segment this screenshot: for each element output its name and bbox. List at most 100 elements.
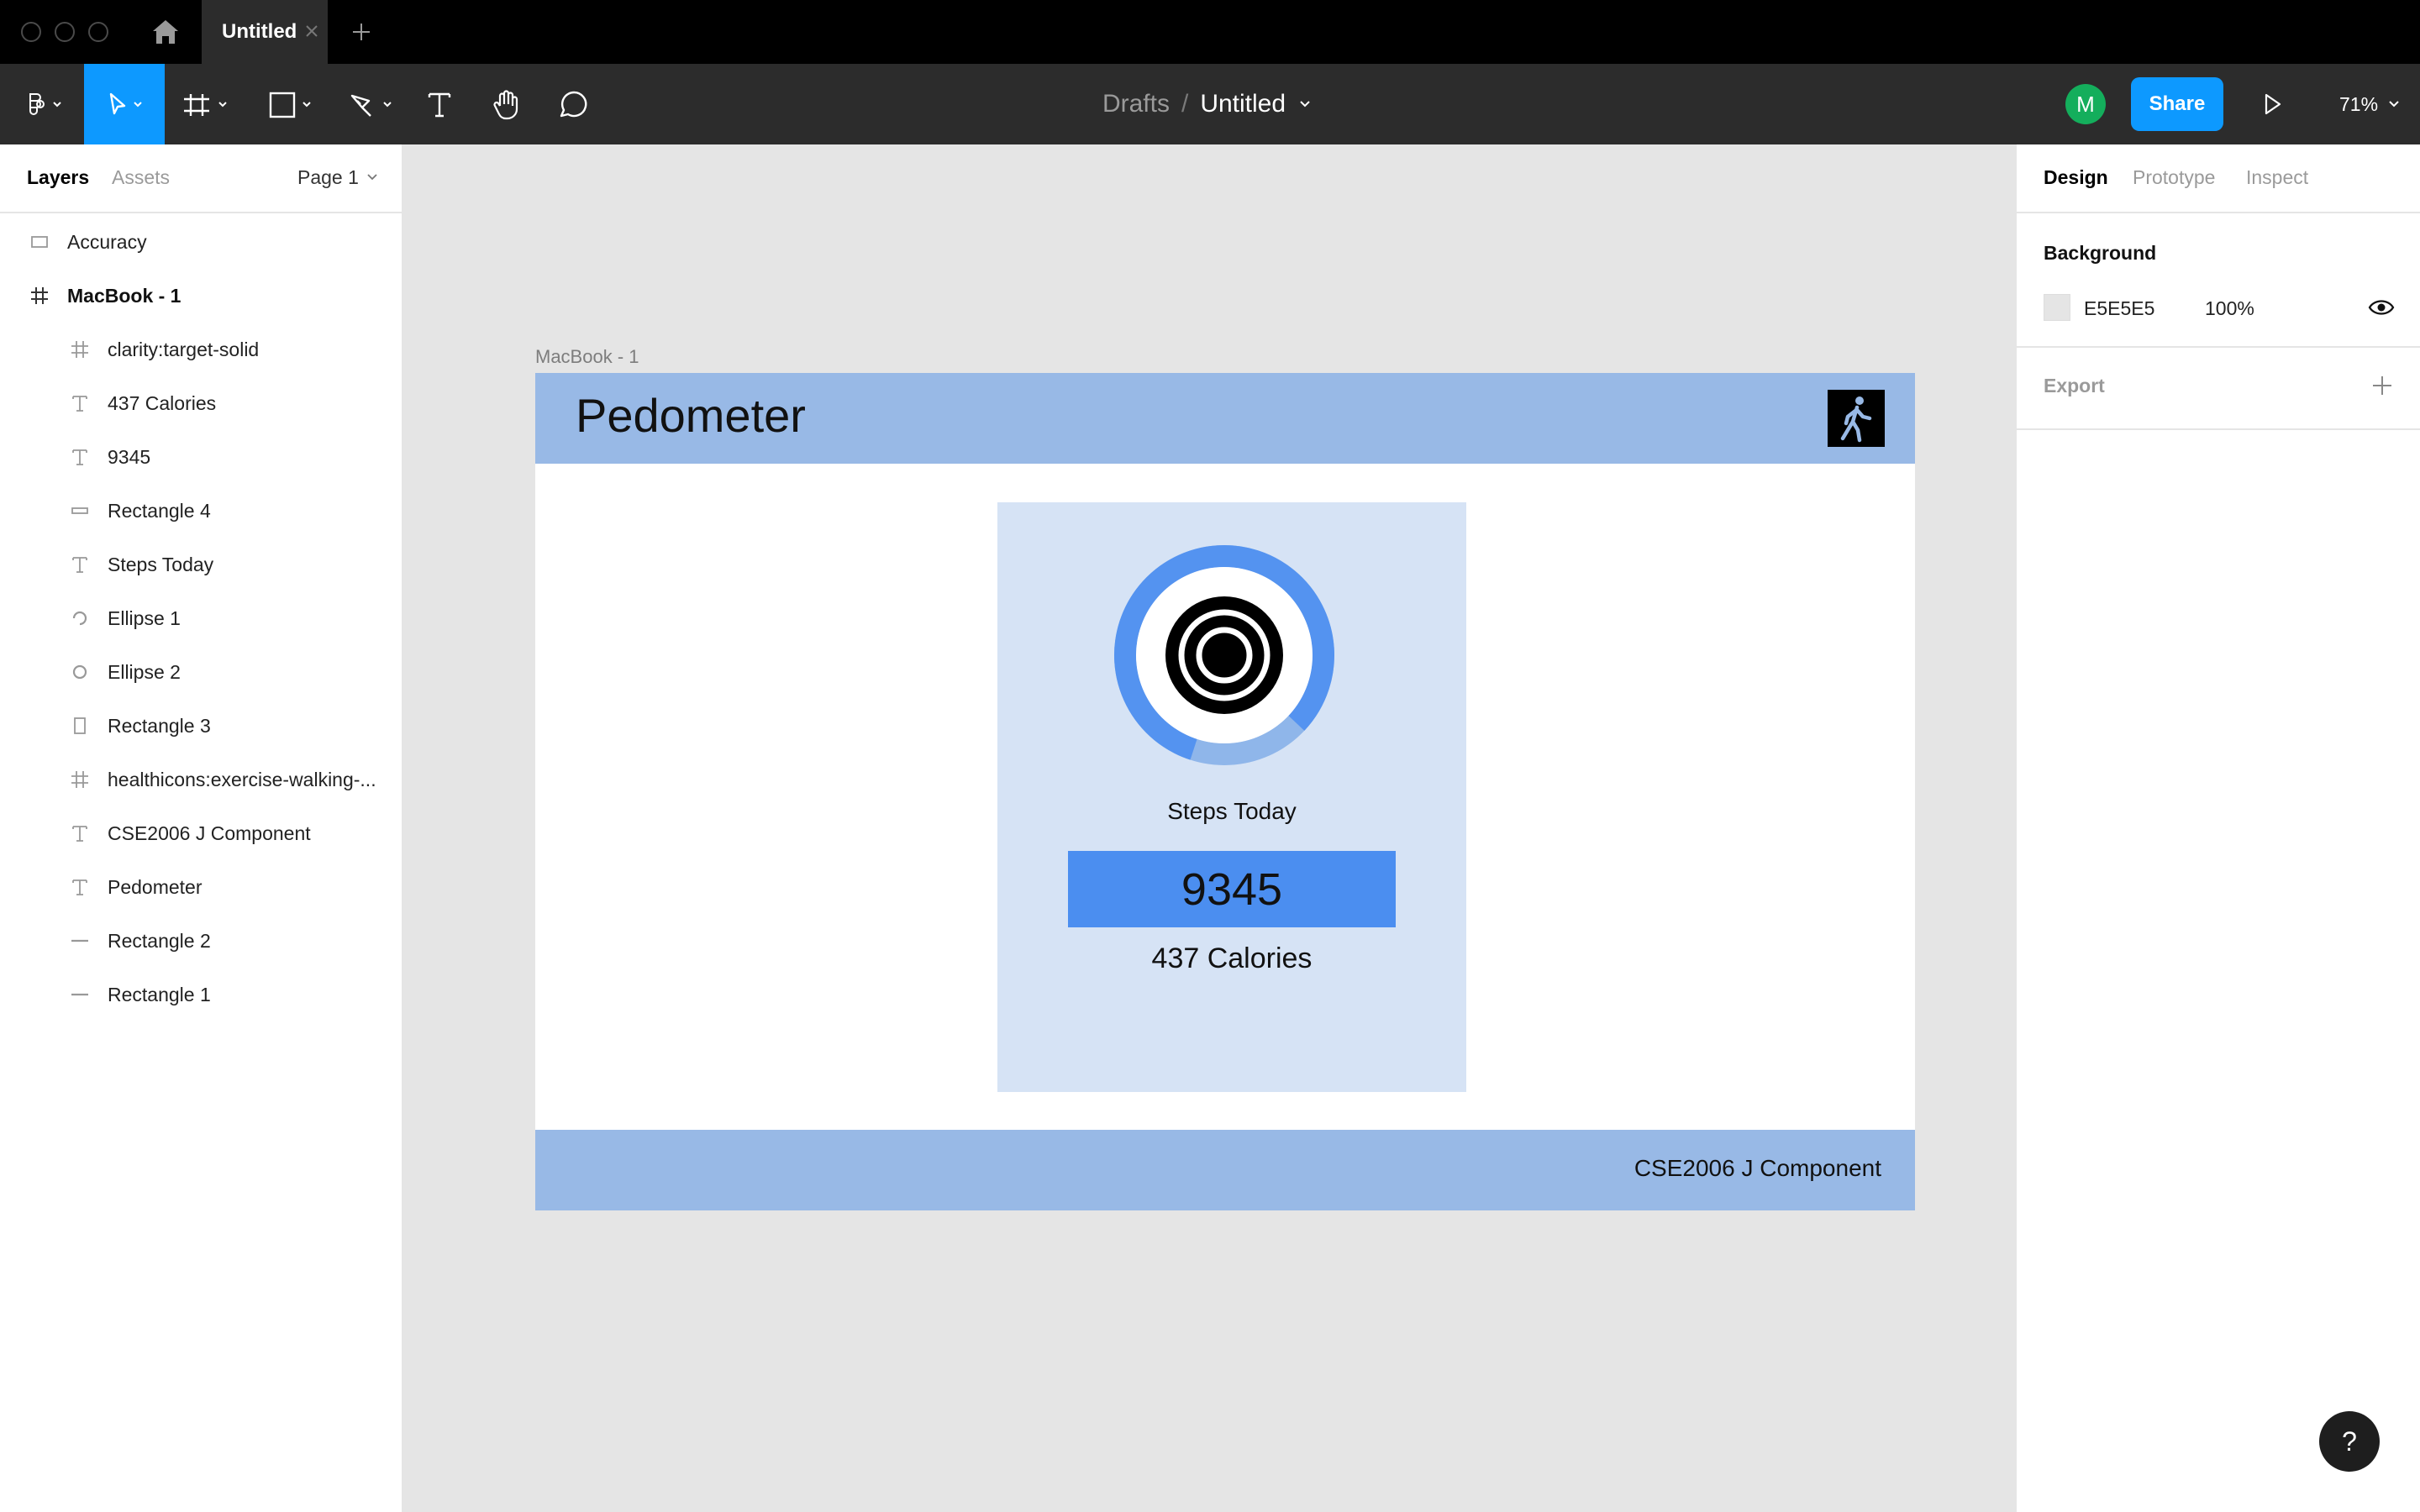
tab-layers[interactable]: Layers — [27, 166, 89, 189]
zoom-dropdown[interactable]: 71% — [2339, 64, 2405, 144]
close-window-button[interactable] — [21, 22, 41, 42]
layer-item-rectangle-4[interactable]: Rectangle 4 — [0, 484, 402, 538]
tab-design[interactable]: Design — [2044, 166, 2108, 189]
steps-today-label: Steps Today — [1167, 798, 1297, 824]
layer-name: 437 Calories — [108, 391, 217, 414]
layer-item-steps-today[interactable]: Steps Today — [0, 538, 402, 591]
chevron-down-icon — [2389, 101, 2399, 108]
layers-panel: Layers Assets Page 1 Accuracy MacBook - … — [0, 144, 403, 1512]
avatar[interactable]: M — [2065, 84, 2106, 124]
layer-item-macbook-1[interactable]: MacBook - 1 — [0, 269, 402, 323]
zoom-level: 71% — [2339, 92, 2379, 115]
export-section: Export — [2017, 348, 2420, 430]
rectangle-icon — [29, 231, 50, 253]
eye-icon[interactable] — [2368, 297, 2395, 318]
layer-name: Rectangle 4 — [108, 499, 211, 522]
layer-item-target[interactable]: clarity:target-solid — [0, 323, 402, 376]
layer-item-pedometer[interactable]: Pedometer — [0, 860, 402, 914]
layer-name: Ellipse 1 — [108, 606, 181, 629]
new-tab-icon[interactable] — [351, 22, 371, 42]
export-heading: Export — [2044, 375, 2105, 396]
target-icon — [1165, 596, 1283, 714]
rectangle-icon — [69, 715, 91, 737]
layer-name: Rectangle 2 — [108, 929, 211, 952]
steps-count: 9345 — [1181, 864, 1283, 915]
add-export-icon[interactable] — [2371, 375, 2393, 396]
layer-name: Ellipse 2 — [108, 660, 181, 683]
layer-item-accuracy[interactable]: Accuracy — [0, 215, 402, 269]
layer-name: CSE2006 J Component — [108, 822, 311, 844]
layer-name: clarity:target-solid — [108, 338, 260, 360]
layer-item-rectangle-1[interactable]: Rectangle 1 — [0, 968, 402, 1021]
file-tab[interactable]: Untitled — [202, 0, 328, 64]
page-selector[interactable]: Page 1 — [297, 166, 381, 189]
frame-label[interactable]: MacBook - 1 — [535, 346, 639, 368]
layer-item-9345[interactable]: 9345 — [0, 430, 402, 484]
tab-prototype[interactable]: Prototype — [2133, 166, 2215, 189]
layer-name: healthicons:exercise-walking-... — [108, 768, 376, 790]
home-icon[interactable] — [151, 18, 180, 45]
frame-icon — [69, 769, 91, 790]
chevron-down-icon[interactable] — [1292, 96, 1318, 113]
background-hex-input[interactable]: E5E5E5 — [2084, 297, 2154, 320]
page-selector-label: Page 1 — [297, 166, 359, 188]
background-swatch[interactable] — [2044, 294, 2070, 321]
rectangle-icon — [69, 500, 91, 522]
footer-text: CSE2006 J Component — [1634, 1155, 1881, 1181]
share-button[interactable]: Share — [2131, 77, 2223, 131]
layer-item-rectangle-2[interactable]: Rectangle 2 — [0, 914, 402, 968]
layer-item-ellipse-1[interactable]: Ellipse 1 — [0, 591, 402, 645]
breadcrumb: Drafts / Untitled — [0, 64, 2420, 144]
right-panel-tabs: Design Prototype Inspect — [2017, 144, 2420, 213]
file-name[interactable]: Untitled — [1200, 90, 1286, 118]
tab-assets[interactable]: Assets — [112, 166, 170, 189]
layer-item-cse2006[interactable]: CSE2006 J Component — [0, 806, 402, 860]
maximize-window-button[interactable] — [88, 22, 108, 42]
layer-name: Rectangle 1 — [108, 983, 211, 1005]
layer-item-ellipse-2[interactable]: Ellipse 2 — [0, 645, 402, 699]
layer-name: MacBook - 1 — [67, 284, 182, 307]
background-opacity-input[interactable]: 100% — [2205, 297, 2254, 320]
tab-inspect[interactable]: Inspect — [2246, 166, 2308, 189]
layer-name: Rectangle 3 — [108, 714, 211, 737]
ellipse-icon — [69, 661, 91, 683]
footer-bar[interactable]: CSE2006 J Component — [535, 1130, 1915, 1210]
help-button[interactable]: ? — [2319, 1411, 2380, 1472]
design-panel: Design Prototype Inspect Background E5E5… — [2015, 144, 2420, 1512]
layer-item-calories[interactable]: 437 Calories — [0, 376, 402, 430]
calories-text: 437 Calories — [1151, 942, 1313, 974]
macbook-frame[interactable]: Pedometer Steps Today 9345 437 Calories … — [535, 373, 1915, 1210]
text-icon — [69, 822, 91, 844]
text-icon — [69, 554, 91, 575]
frame-icon — [69, 339, 91, 360]
left-panel-tabs: Layers Assets Page 1 — [0, 144, 402, 213]
steps-count-box: 9345 — [1068, 851, 1396, 927]
layer-name: 9345 — [108, 445, 151, 468]
toolbar: Drafts / Untitled M Share 71% — [0, 64, 2420, 144]
layer-item-walking-icon[interactable]: healthicons:exercise-walking-... — [0, 753, 402, 806]
minimize-window-button[interactable] — [55, 22, 75, 42]
layer-name: Steps Today — [108, 553, 214, 575]
breadcrumb-separator: / — [1181, 90, 1189, 118]
chevron-down-icon — [367, 174, 377, 181]
background-heading: Background — [2044, 242, 2157, 264]
steps-card[interactable]: Steps Today 9345 437 Calories — [997, 502, 1466, 1092]
layer-item-rectangle-3[interactable]: Rectangle 3 — [0, 699, 402, 753]
play-icon[interactable] — [2259, 91, 2286, 118]
text-icon — [69, 446, 91, 468]
walking-person-icon — [1828, 390, 1885, 447]
background-section: Background E5E5E5 100% — [2017, 213, 2420, 348]
close-tab-icon[interactable] — [302, 22, 321, 40]
file-tab-title: Untitled — [222, 20, 297, 43]
app-title: Pedometer — [576, 389, 806, 442]
layer-name: Pedometer — [108, 875, 203, 898]
layer-name: Accuracy — [67, 230, 147, 253]
progress-ring — [1114, 545, 1334, 765]
arc-icon — [69, 607, 91, 629]
header-bar[interactable]: Pedometer — [535, 373, 1915, 464]
frame-icon — [29, 285, 50, 307]
line-icon — [69, 984, 91, 1005]
text-icon — [69, 392, 91, 414]
text-icon — [69, 876, 91, 898]
breadcrumb-drafts[interactable]: Drafts — [1102, 90, 1170, 118]
